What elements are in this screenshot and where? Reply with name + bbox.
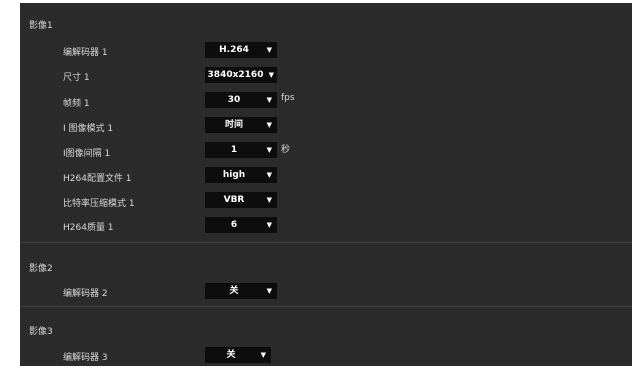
ipicture-mode1-value: 时间 (224, 120, 243, 130)
codec3-label: 编解码器 3 (63, 353, 108, 363)
h264-profile1-select[interactable]: high ▼ (205, 167, 277, 183)
bitrate-mode1-select[interactable]: VBR ▼ (205, 192, 277, 208)
ipicture-interval1-unit: 秒 (281, 145, 291, 155)
section-divider (20, 306, 632, 307)
h264-profile1-label: H264配置文件 1 (63, 174, 132, 184)
framerate1-label: 帧频 1 (63, 99, 90, 109)
framerate1-unit: fps (281, 93, 295, 103)
ipicture-mode1-label: I 图像模式 1 (63, 124, 114, 134)
section-title-video3: 影像3 (29, 327, 53, 337)
bitrate-mode1-value: VBR (223, 195, 245, 205)
chevron-down-icon: ▼ (266, 221, 272, 229)
chevron-down-icon: ▼ (266, 287, 272, 295)
codec2-value: 关 (229, 286, 239, 296)
chevron-down-icon: ▼ (260, 351, 266, 359)
size1-select[interactable]: 3840x2160 ▼ (205, 67, 277, 83)
chevron-down-icon: ▼ (268, 71, 274, 79)
chevron-down-icon: ▼ (266, 121, 272, 129)
codec3-select[interactable]: 关 ▼ (205, 347, 271, 363)
codec2-label: 编解码器 2 (63, 289, 108, 299)
ipicture-interval1-value: 1 (230, 145, 238, 155)
ipicture-mode1-select[interactable]: 时间 ▼ (205, 117, 277, 133)
size1-label: 尺寸 1 (63, 73, 90, 83)
chevron-down-icon: ▼ (266, 196, 272, 204)
h264-quality1-value: 6 (230, 220, 238, 230)
bitrate-mode1-label: 比特率压缩模式 1 (63, 199, 135, 209)
chevron-down-icon: ▼ (266, 146, 272, 154)
codec1-value: H.264 (219, 45, 249, 55)
video-settings-panel: 影像1 编解码器 1 H.264 ▼ 尺寸 1 3840x2160 ▼ 帧频 1… (20, 3, 632, 366)
section-title-video2: 影像2 (29, 264, 53, 274)
h264-quality1-label: H264质量 1 (63, 223, 114, 233)
framerate1-select[interactable]: 30 ▼ (205, 92, 277, 108)
chevron-down-icon: ▼ (266, 96, 272, 104)
h264-profile1-value: high (222, 170, 246, 180)
chevron-down-icon: ▼ (266, 171, 272, 179)
codec1-select[interactable]: H.264 ▼ (205, 42, 277, 58)
codec3-value: 关 (226, 350, 236, 360)
size1-value: 3840x2160 (207, 70, 264, 80)
framerate1-value: 30 (227, 95, 241, 105)
section-title-video1: 影像1 (29, 21, 53, 31)
codec1-label: 编解码器 1 (63, 48, 108, 58)
section-divider (20, 242, 632, 243)
ipicture-interval1-label: I图像间隔 1 (63, 149, 111, 159)
h264-quality1-select[interactable]: 6 ▼ (205, 217, 277, 233)
chevron-down-icon: ▼ (266, 46, 272, 54)
ipicture-interval1-select[interactable]: 1 ▼ (205, 142, 277, 158)
codec2-select[interactable]: 关 ▼ (205, 283, 277, 299)
